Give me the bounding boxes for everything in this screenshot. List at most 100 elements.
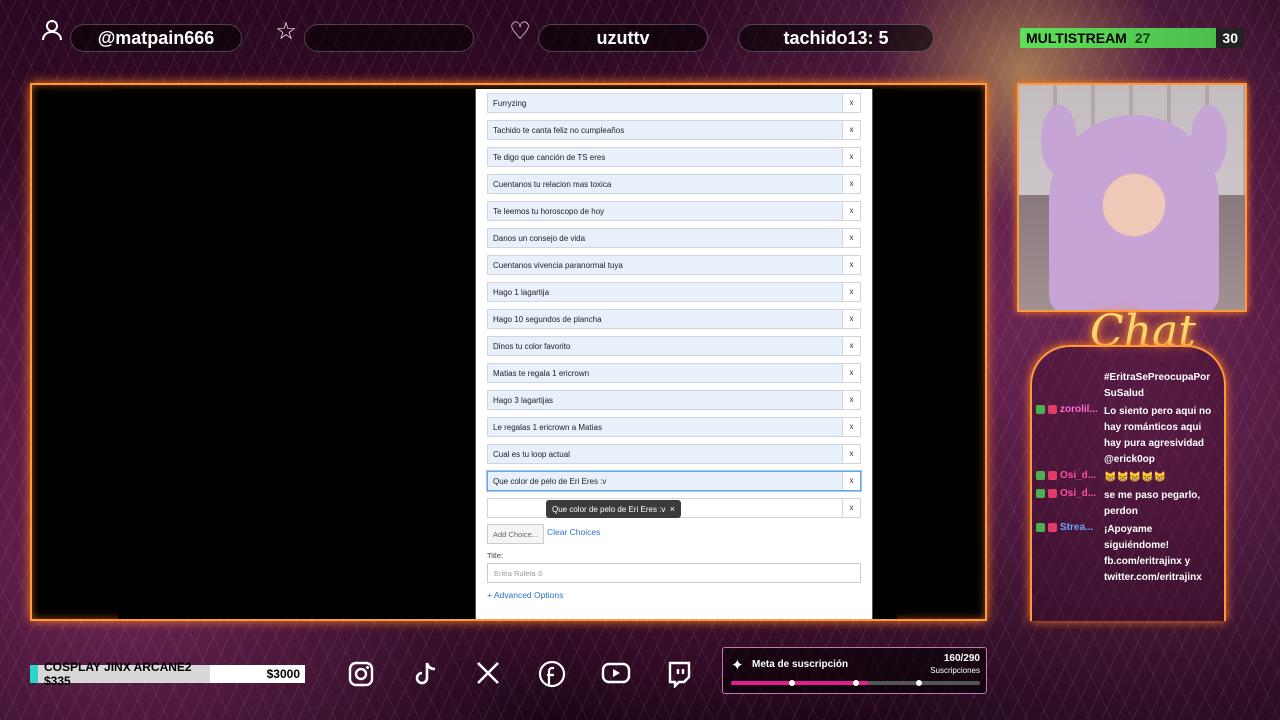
choice-row[interactable]: Te leemos tu horoscopo de hoy x xyxy=(487,201,861,221)
sub-goal-subtitle: Suscripciones xyxy=(930,666,980,675)
chat-messages: #EritraSePreocupaPor SuSalud zorolil... Lo… xyxy=(1036,370,1222,588)
advanced-options-link[interactable]: + Advanced Options xyxy=(487,590,563,600)
remove-choice-button[interactable]: x xyxy=(842,445,860,463)
choice-row[interactable]: Le regalas 1 ericrown a Matias x xyxy=(487,417,861,437)
chat-username: Osi_d... xyxy=(1060,488,1097,499)
top-bar: @matpain666 ☆ ♡ uzuttv tachido13: 5 MULT… xyxy=(36,18,1246,56)
chat-badge-icon xyxy=(1036,523,1045,532)
choice-row[interactable]: Cuentanos tu relacion mas toxica x xyxy=(487,174,861,194)
sub-goal-count: 160/290 xyxy=(943,653,980,664)
clear-choices-link[interactable]: Clear Choices xyxy=(547,527,600,537)
tooltip-close-icon[interactable]: × xyxy=(670,504,675,514)
remove-choice-button[interactable]: x xyxy=(842,121,860,139)
choice-row[interactable]: Hago 1 lagartija x xyxy=(487,282,861,302)
remove-choice-button[interactable]: x xyxy=(842,202,860,220)
chat-message: Osi_d... se me paso pegarlo, perdon xyxy=(1036,488,1222,520)
chat-message: zorolil... Lo siento pero aqui no hay rom… xyxy=(1036,404,1222,468)
remove-choice-button[interactable]: x xyxy=(842,472,860,490)
star-icon: ☆ xyxy=(275,18,297,45)
title-input[interactable]: Eritra Ruleta 3 xyxy=(487,563,861,583)
remove-choice-button[interactable]: x xyxy=(842,94,860,112)
choice-row[interactable]: Matias te regala 1 ericrown x xyxy=(487,363,861,383)
choice-tooltip: Que color de pelo de Eri Eres :v × xyxy=(546,500,681,518)
remove-choice-button[interactable]: x xyxy=(842,175,860,193)
choice-input[interactable]: Hago 3 lagartijas xyxy=(488,396,842,405)
choice-row[interactable]: Hago 3 lagartijas x xyxy=(487,390,861,410)
remove-choice-button[interactable]: x xyxy=(842,148,860,166)
subscription-goal: ✦ Meta de suscripción 160/290 Suscripcio… xyxy=(722,647,987,694)
tiktok-icon xyxy=(409,660,441,692)
x-icon xyxy=(472,660,504,692)
chat-text: ¡Apoyame siguiéndome! fb.com/eritrajinx … xyxy=(1104,524,1202,583)
user-icon xyxy=(38,18,66,46)
milestone-dot xyxy=(916,680,922,686)
chat-author: zorolil... xyxy=(1036,404,1104,415)
remove-choice-button[interactable]: x xyxy=(842,391,860,409)
hood-ear-right xyxy=(1191,105,1227,175)
choice-row[interactable]: Que color de pelo de Eri Eres :v x xyxy=(487,471,861,491)
recent-follower: @matpain666 xyxy=(70,24,242,52)
donation-label: COSPLAY JINX ARCANE2 $335 xyxy=(30,660,210,688)
choice-row[interactable]: Cual es tu loop actual x xyxy=(487,444,861,464)
choice-row[interactable]: Dinos tu color favorito x xyxy=(487,336,861,356)
remove-choice-button[interactable]: x xyxy=(842,283,860,301)
donation-goal: COSPLAY JINX ARCANE2 $335 $3000 xyxy=(30,660,305,688)
chat-message: #EritraSePreocupaPor SuSalud xyxy=(1036,370,1222,402)
donation-target: $3000 xyxy=(210,665,305,683)
choice-input[interactable]: Cuentanos tu relacion mas toxica xyxy=(488,180,842,189)
title-label: Title: xyxy=(487,551,503,560)
remove-choice-button[interactable]: x xyxy=(842,310,860,328)
hood-ear-left xyxy=(1041,105,1077,175)
choice-input[interactable]: Furryzing xyxy=(488,99,842,108)
chat-username: zorolil... xyxy=(1060,404,1098,415)
choice-row[interactable]: Tachido te canta feliz no cumpleaños x xyxy=(487,120,861,140)
choice-input[interactable]: Dinos tu color favorito xyxy=(488,342,842,351)
remove-choice-button[interactable]: x xyxy=(842,337,860,355)
choice-row[interactable]: Danos un consejo de vida x xyxy=(487,228,861,248)
chat-text: se me paso pegarlo, perdon xyxy=(1104,490,1201,517)
chat-badge-icon xyxy=(1048,405,1057,414)
choice-input[interactable]: Cuentanos vivencia paranormal tuya xyxy=(488,261,842,270)
choice-row[interactable]: Te digo que canción de TS eres x xyxy=(487,147,861,167)
remove-choice-button[interactable]: x xyxy=(842,418,860,436)
chat-username: Osi_d... xyxy=(1060,470,1097,481)
facebook-icon xyxy=(536,660,568,692)
remove-choice-button[interactable]: x xyxy=(842,499,860,517)
choice-input[interactable]: Tachido te canta feliz no cumpleaños xyxy=(488,126,842,135)
remove-choice-button[interactable]: x xyxy=(842,229,860,247)
tooltip-text: Que color de pelo de Eri Eres :v xyxy=(552,504,666,514)
remove-choice-button[interactable]: x xyxy=(842,256,860,274)
milestone-dot xyxy=(789,680,795,686)
choice-input[interactable]: Danos un consejo de vida xyxy=(488,234,842,243)
choice-row[interactable]: Furryzing x xyxy=(487,93,861,113)
remove-choice-button[interactable]: x xyxy=(842,364,860,382)
top-tip: tachido13: 5 xyxy=(738,24,934,52)
instagram-icon xyxy=(345,660,377,692)
choice-input[interactable]: Hago 1 lagartija xyxy=(488,288,842,297)
choice-input[interactable]: Que color de pelo de Eri Eres :v xyxy=(488,477,842,486)
chat-badge-icon xyxy=(1036,489,1045,498)
milestone-dot xyxy=(853,680,859,686)
chat-text: #EritraSePreocupaPor SuSalud xyxy=(1104,372,1211,399)
choice-input[interactable]: Te digo que canción de TS eres xyxy=(488,153,842,162)
choice-input[interactable]: Cual es tu loop actual xyxy=(488,450,842,459)
chat-author: Strea... xyxy=(1036,522,1104,533)
choice-input[interactable]: Te leemos tu horoscopo de hoy xyxy=(488,207,842,216)
choice-input[interactable]: Matias te regala 1 ericrown xyxy=(488,369,842,378)
chat-badge-icon xyxy=(1036,405,1045,414)
chat-badge-icon xyxy=(1048,471,1057,480)
choice-row[interactable]: Cuentanos vivencia paranormal tuya x xyxy=(487,255,861,275)
multistream-goal: 30 xyxy=(1216,28,1244,48)
add-choice-button[interactable]: Add Choice... xyxy=(487,524,544,544)
chat-username: Strea... xyxy=(1060,522,1094,533)
choice-input[interactable]: Hago 10 segundos de plancha xyxy=(488,315,842,324)
recent-sub xyxy=(304,24,474,52)
choice-input[interactable]: Le regalas 1 ericrown a Matias xyxy=(488,423,842,432)
chat-badge-icon xyxy=(1036,471,1045,480)
recent-heart: uzuttv xyxy=(538,24,708,52)
multistream-label: MULTISTREAM xyxy=(1026,30,1127,46)
multistream-bar: MULTISTREAM 27 30 xyxy=(1020,28,1244,48)
choice-row[interactable]: Hago 10 segundos de plancha x xyxy=(487,309,861,329)
sub-goal-track xyxy=(731,680,980,686)
chat-badge-icon xyxy=(1048,489,1057,498)
